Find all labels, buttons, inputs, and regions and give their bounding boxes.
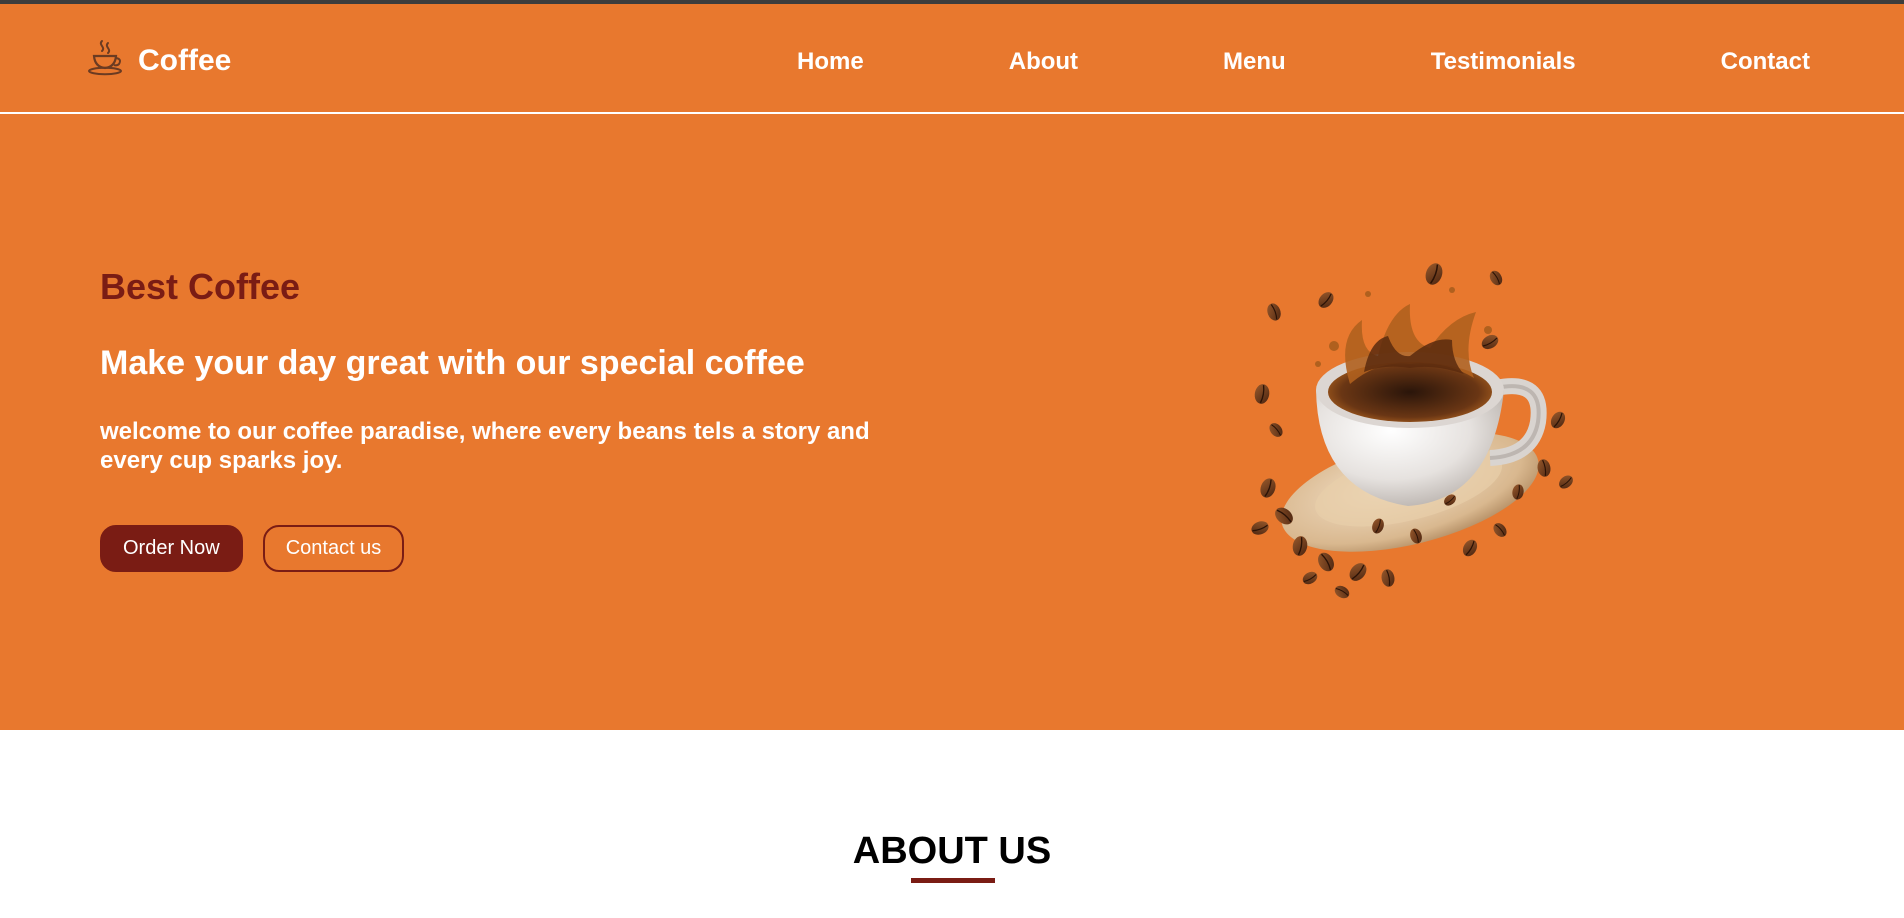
contact-us-button[interactable]: Contact us bbox=[262, 525, 405, 572]
about-title-underline bbox=[911, 878, 995, 883]
main-nav: Home About Menu Testimonials Contact bbox=[797, 48, 1810, 76]
nav-home[interactable]: Home bbox=[797, 48, 864, 76]
about-section: ABOUT US bbox=[0, 730, 1904, 918]
hero-section: Best Coffee Make your day great with our… bbox=[0, 114, 1904, 730]
nav-menu[interactable]: Menu bbox=[1223, 48, 1286, 76]
hero-intro: welcome to our coffee paradise, where ev… bbox=[100, 418, 870, 474]
hero-actions: Order Now Contact us bbox=[100, 525, 900, 572]
brand-name: Coffee bbox=[138, 44, 232, 77]
hero-headline: Make your day great with our special cof… bbox=[100, 344, 805, 382]
nav-about[interactable]: About bbox=[1009, 48, 1078, 76]
hero-text: Best Coffee Make your day great with our… bbox=[100, 266, 900, 572]
hero-eyebrow: Best Coffee bbox=[100, 266, 301, 307]
coffee-cup-icon bbox=[88, 39, 124, 77]
nav-testimonials[interactable]: Testimonials bbox=[1431, 48, 1576, 76]
site-header: Coffee Home About Menu Testimonials Cont… bbox=[0, 4, 1904, 114]
order-now-button[interactable]: Order Now bbox=[100, 525, 243, 572]
coffee-cup-image bbox=[1238, 260, 1582, 608]
nav-contact[interactable]: Contact bbox=[1721, 48, 1810, 76]
about-title: ABOUT US bbox=[852, 830, 1052, 872]
brand-logo[interactable]: Coffee bbox=[88, 38, 231, 78]
